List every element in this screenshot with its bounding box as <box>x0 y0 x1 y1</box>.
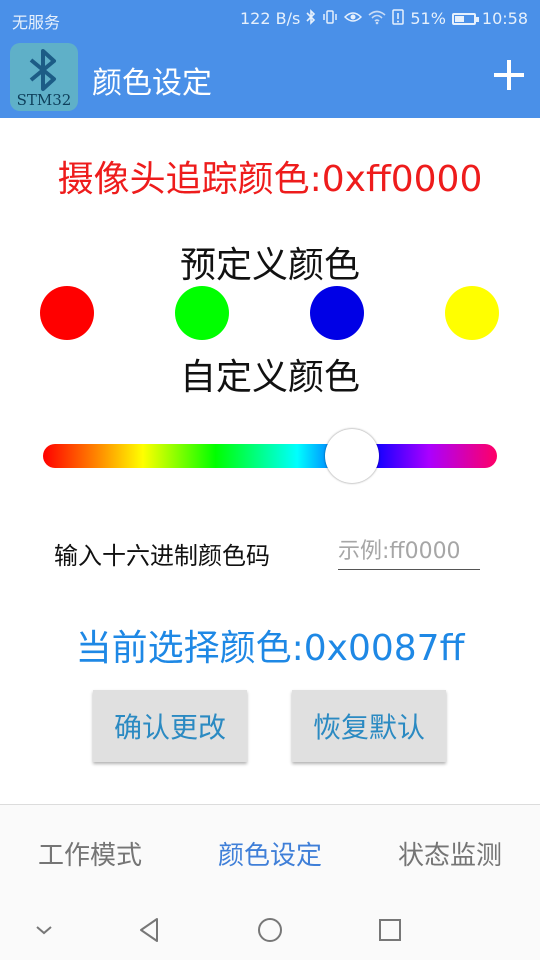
preset-swatch-yellow[interactable] <box>445 286 499 340</box>
battery-icon <box>451 12 479 25</box>
plus-icon[interactable] <box>492 58 526 92</box>
wifi-icon <box>368 9 386 28</box>
hue-slider-thumb[interactable] <box>324 429 379 483</box>
chevron-down-icon[interactable] <box>27 913 61 947</box>
hue-slider[interactable] <box>43 444 497 468</box>
preset-colors-title: 预定义颜色 <box>179 245 360 286</box>
alert-icon <box>392 9 405 28</box>
system-nav-bar <box>0 900 540 960</box>
preset-swatch-red[interactable] <box>40 286 94 340</box>
net-speed: 122 B/s <box>240 9 301 28</box>
hex-input-label: 输入十六进制颜色码 <box>54 542 270 570</box>
status-bar: 无服务 122 B/s 51% 10:58 <box>0 0 540 38</box>
vibrate-icon <box>322 9 338 28</box>
clock: 10:58 <box>481 9 528 28</box>
status-icons: 122 B/s 51% 10:58 <box>240 9 528 28</box>
tab-color-settings[interactable]: 颜色设定 <box>180 835 360 872</box>
hex-color-input[interactable] <box>338 533 480 570</box>
custom-color-title: 自定义颜色 <box>179 357 360 398</box>
home-icon[interactable] <box>253 913 287 947</box>
carrier-label: 无服务 <box>12 13 61 32</box>
battery-percent: 51% <box>410 9 446 28</box>
logo-text: STM32 <box>16 91 72 109</box>
tab-status-monitor[interactable]: 状态监测 <box>360 835 540 872</box>
app-logo: STM32 <box>10 43 78 111</box>
preset-swatch-green[interactable] <box>175 286 229 340</box>
tracking-color-label: 摄像头追踪颜色:0xff0000 <box>57 159 483 200</box>
battery-fill <box>454 15 464 22</box>
bluetooth-icon <box>306 9 316 28</box>
page-title: 颜色设定 <box>92 66 212 101</box>
confirm-change-button[interactable]: 确认更改 <box>93 690 247 762</box>
app-bar: STM32 颜色设定 <box>0 38 540 118</box>
current-color-label: 当前选择颜色:0x0087ff <box>75 628 465 669</box>
bottom-tab-bar: 工作模式 颜色设定 状态监测 <box>0 804 540 901</box>
tab-work-mode[interactable]: 工作模式 <box>0 835 180 872</box>
bluetooth-logo-icon <box>29 49 56 91</box>
recent-apps-icon[interactable] <box>373 913 407 947</box>
eye-icon <box>344 9 363 28</box>
preset-swatch-blue[interactable] <box>310 286 364 340</box>
back-icon[interactable] <box>133 913 167 947</box>
restore-default-button[interactable]: 恢复默认 <box>292 690 446 762</box>
